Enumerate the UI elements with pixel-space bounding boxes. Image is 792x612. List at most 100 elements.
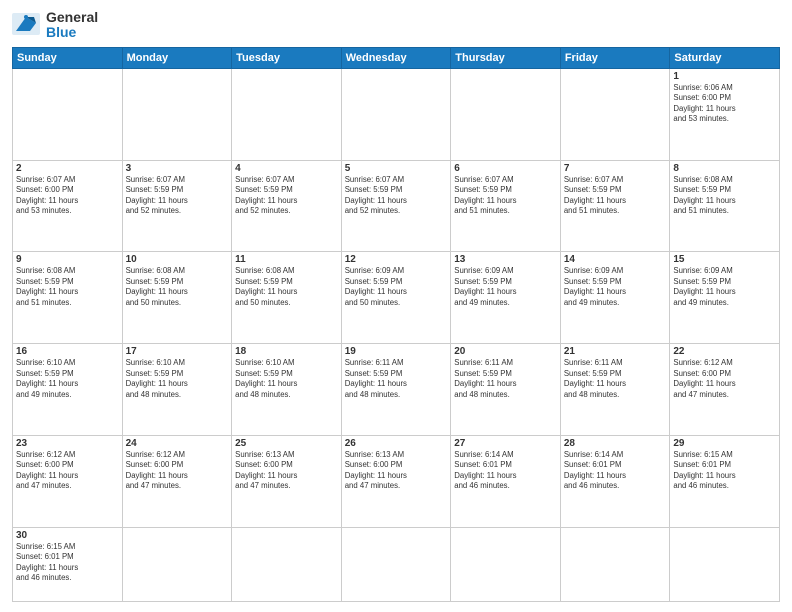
calendar-cell (451, 527, 561, 601)
calendar-cell: 25Sunrise: 6:13 AM Sunset: 6:00 PM Dayli… (232, 435, 342, 527)
calendar-cell: 15Sunrise: 6:09 AM Sunset: 5:59 PM Dayli… (670, 252, 780, 344)
weekday-header-thursday: Thursday (451, 47, 561, 68)
week-row-4: 16Sunrise: 6:10 AM Sunset: 5:59 PM Dayli… (13, 344, 780, 436)
calendar-cell: 5Sunrise: 6:07 AM Sunset: 5:59 PM Daylig… (341, 160, 451, 252)
calendar-cell: 23Sunrise: 6:12 AM Sunset: 6:00 PM Dayli… (13, 435, 123, 527)
day-number: 9 (16, 254, 119, 265)
day-info: Sunrise: 6:14 AM Sunset: 6:01 PM Dayligh… (454, 450, 557, 492)
calendar-cell (13, 68, 123, 160)
week-row-1: 1Sunrise: 6:06 AM Sunset: 6:00 PM Daylig… (13, 68, 780, 160)
calendar-cell (451, 68, 561, 160)
day-info: Sunrise: 6:07 AM Sunset: 5:59 PM Dayligh… (126, 175, 229, 217)
calendar-cell (122, 527, 232, 601)
calendar-cell: 4Sunrise: 6:07 AM Sunset: 5:59 PM Daylig… (232, 160, 342, 252)
day-number: 6 (454, 163, 557, 174)
calendar-cell: 24Sunrise: 6:12 AM Sunset: 6:00 PM Dayli… (122, 435, 232, 527)
day-number: 15 (673, 254, 776, 265)
day-number: 12 (345, 254, 448, 265)
day-number: 8 (673, 163, 776, 174)
day-info: Sunrise: 6:13 AM Sunset: 6:00 PM Dayligh… (235, 450, 338, 492)
calendar-cell (341, 68, 451, 160)
day-number: 1 (673, 71, 776, 82)
day-info: Sunrise: 6:06 AM Sunset: 6:00 PM Dayligh… (673, 83, 776, 125)
day-info: Sunrise: 6:11 AM Sunset: 5:59 PM Dayligh… (454, 358, 557, 400)
day-info: Sunrise: 6:08 AM Sunset: 5:59 PM Dayligh… (126, 266, 229, 308)
week-row-6: 30Sunrise: 6:15 AM Sunset: 6:01 PM Dayli… (13, 527, 780, 601)
day-info: Sunrise: 6:07 AM Sunset: 5:59 PM Dayligh… (235, 175, 338, 217)
day-number: 16 (16, 346, 119, 357)
logo-general: General (46, 10, 98, 25)
day-info: Sunrise: 6:08 AM Sunset: 5:59 PM Dayligh… (16, 266, 119, 308)
logo: General Blue (12, 10, 98, 41)
calendar-cell: 21Sunrise: 6:11 AM Sunset: 5:59 PM Dayli… (560, 344, 670, 436)
logo-blue: Blue (46, 25, 98, 40)
day-info: Sunrise: 6:07 AM Sunset: 6:00 PM Dayligh… (16, 175, 119, 217)
day-number: 29 (673, 438, 776, 449)
day-info: Sunrise: 6:12 AM Sunset: 6:00 PM Dayligh… (673, 358, 776, 400)
calendar-cell: 16Sunrise: 6:10 AM Sunset: 5:59 PM Dayli… (13, 344, 123, 436)
day-info: Sunrise: 6:07 AM Sunset: 5:59 PM Dayligh… (564, 175, 667, 217)
day-info: Sunrise: 6:10 AM Sunset: 5:59 PM Dayligh… (126, 358, 229, 400)
calendar-cell: 26Sunrise: 6:13 AM Sunset: 6:00 PM Dayli… (341, 435, 451, 527)
day-info: Sunrise: 6:09 AM Sunset: 5:59 PM Dayligh… (454, 266, 557, 308)
calendar-header: SundayMondayTuesdayWednesdayThursdayFrid… (13, 47, 780, 68)
calendar-cell (560, 68, 670, 160)
calendar-cell: 2Sunrise: 6:07 AM Sunset: 6:00 PM Daylig… (13, 160, 123, 252)
day-number: 18 (235, 346, 338, 357)
calendar-cell: 30Sunrise: 6:15 AM Sunset: 6:01 PM Dayli… (13, 527, 123, 601)
day-number: 19 (345, 346, 448, 357)
calendar-cell: 19Sunrise: 6:11 AM Sunset: 5:59 PM Dayli… (341, 344, 451, 436)
week-row-5: 23Sunrise: 6:12 AM Sunset: 6:00 PM Dayli… (13, 435, 780, 527)
day-info: Sunrise: 6:07 AM Sunset: 5:59 PM Dayligh… (454, 175, 557, 217)
day-number: 17 (126, 346, 229, 357)
calendar-cell: 22Sunrise: 6:12 AM Sunset: 6:00 PM Dayli… (670, 344, 780, 436)
weekday-header-tuesday: Tuesday (232, 47, 342, 68)
calendar-cell: 28Sunrise: 6:14 AM Sunset: 6:01 PM Dayli… (560, 435, 670, 527)
day-number: 22 (673, 346, 776, 357)
calendar-cell (560, 527, 670, 601)
calendar-cell: 17Sunrise: 6:10 AM Sunset: 5:59 PM Dayli… (122, 344, 232, 436)
day-number: 24 (126, 438, 229, 449)
calendar-cell: 13Sunrise: 6:09 AM Sunset: 5:59 PM Dayli… (451, 252, 561, 344)
day-number: 25 (235, 438, 338, 449)
weekday-header-wednesday: Wednesday (341, 47, 451, 68)
day-info: Sunrise: 6:10 AM Sunset: 5:59 PM Dayligh… (235, 358, 338, 400)
calendar-cell: 1Sunrise: 6:06 AM Sunset: 6:00 PM Daylig… (670, 68, 780, 160)
day-info: Sunrise: 6:09 AM Sunset: 5:59 PM Dayligh… (564, 266, 667, 308)
day-info: Sunrise: 6:12 AM Sunset: 6:00 PM Dayligh… (16, 450, 119, 492)
calendar-cell: 10Sunrise: 6:08 AM Sunset: 5:59 PM Dayli… (122, 252, 232, 344)
day-number: 5 (345, 163, 448, 174)
day-number: 4 (235, 163, 338, 174)
day-info: Sunrise: 6:10 AM Sunset: 5:59 PM Dayligh… (16, 358, 119, 400)
day-number: 10 (126, 254, 229, 265)
week-row-2: 2Sunrise: 6:07 AM Sunset: 6:00 PM Daylig… (13, 160, 780, 252)
day-number: 23 (16, 438, 119, 449)
calendar-cell: 29Sunrise: 6:15 AM Sunset: 6:01 PM Dayli… (670, 435, 780, 527)
calendar-cell: 12Sunrise: 6:09 AM Sunset: 5:59 PM Dayli… (341, 252, 451, 344)
day-info: Sunrise: 6:14 AM Sunset: 6:01 PM Dayligh… (564, 450, 667, 492)
calendar-cell: 27Sunrise: 6:14 AM Sunset: 6:01 PM Dayli… (451, 435, 561, 527)
day-info: Sunrise: 6:07 AM Sunset: 5:59 PM Dayligh… (345, 175, 448, 217)
header: General Blue (12, 10, 780, 41)
day-number: 21 (564, 346, 667, 357)
logo-text: General Blue (46, 10, 98, 41)
calendar-cell: 8Sunrise: 6:08 AM Sunset: 5:59 PM Daylig… (670, 160, 780, 252)
calendar-cell: 6Sunrise: 6:07 AM Sunset: 5:59 PM Daylig… (451, 160, 561, 252)
day-number: 30 (16, 530, 119, 541)
week-row-3: 9Sunrise: 6:08 AM Sunset: 5:59 PM Daylig… (13, 252, 780, 344)
calendar-cell: 18Sunrise: 6:10 AM Sunset: 5:59 PM Dayli… (232, 344, 342, 436)
calendar-cell (232, 68, 342, 160)
weekday-header-friday: Friday (560, 47, 670, 68)
calendar-cell: 3Sunrise: 6:07 AM Sunset: 5:59 PM Daylig… (122, 160, 232, 252)
calendar-cell (232, 527, 342, 601)
weekday-header-monday: Monday (122, 47, 232, 68)
day-info: Sunrise: 6:13 AM Sunset: 6:00 PM Dayligh… (345, 450, 448, 492)
day-number: 20 (454, 346, 557, 357)
day-number: 27 (454, 438, 557, 449)
weekday-header-row: SundayMondayTuesdayWednesdayThursdayFrid… (13, 47, 780, 68)
day-info: Sunrise: 6:11 AM Sunset: 5:59 PM Dayligh… (564, 358, 667, 400)
calendar-cell: 11Sunrise: 6:08 AM Sunset: 5:59 PM Dayli… (232, 252, 342, 344)
day-number: 13 (454, 254, 557, 265)
day-number: 2 (16, 163, 119, 174)
day-info: Sunrise: 6:08 AM Sunset: 5:59 PM Dayligh… (673, 175, 776, 217)
